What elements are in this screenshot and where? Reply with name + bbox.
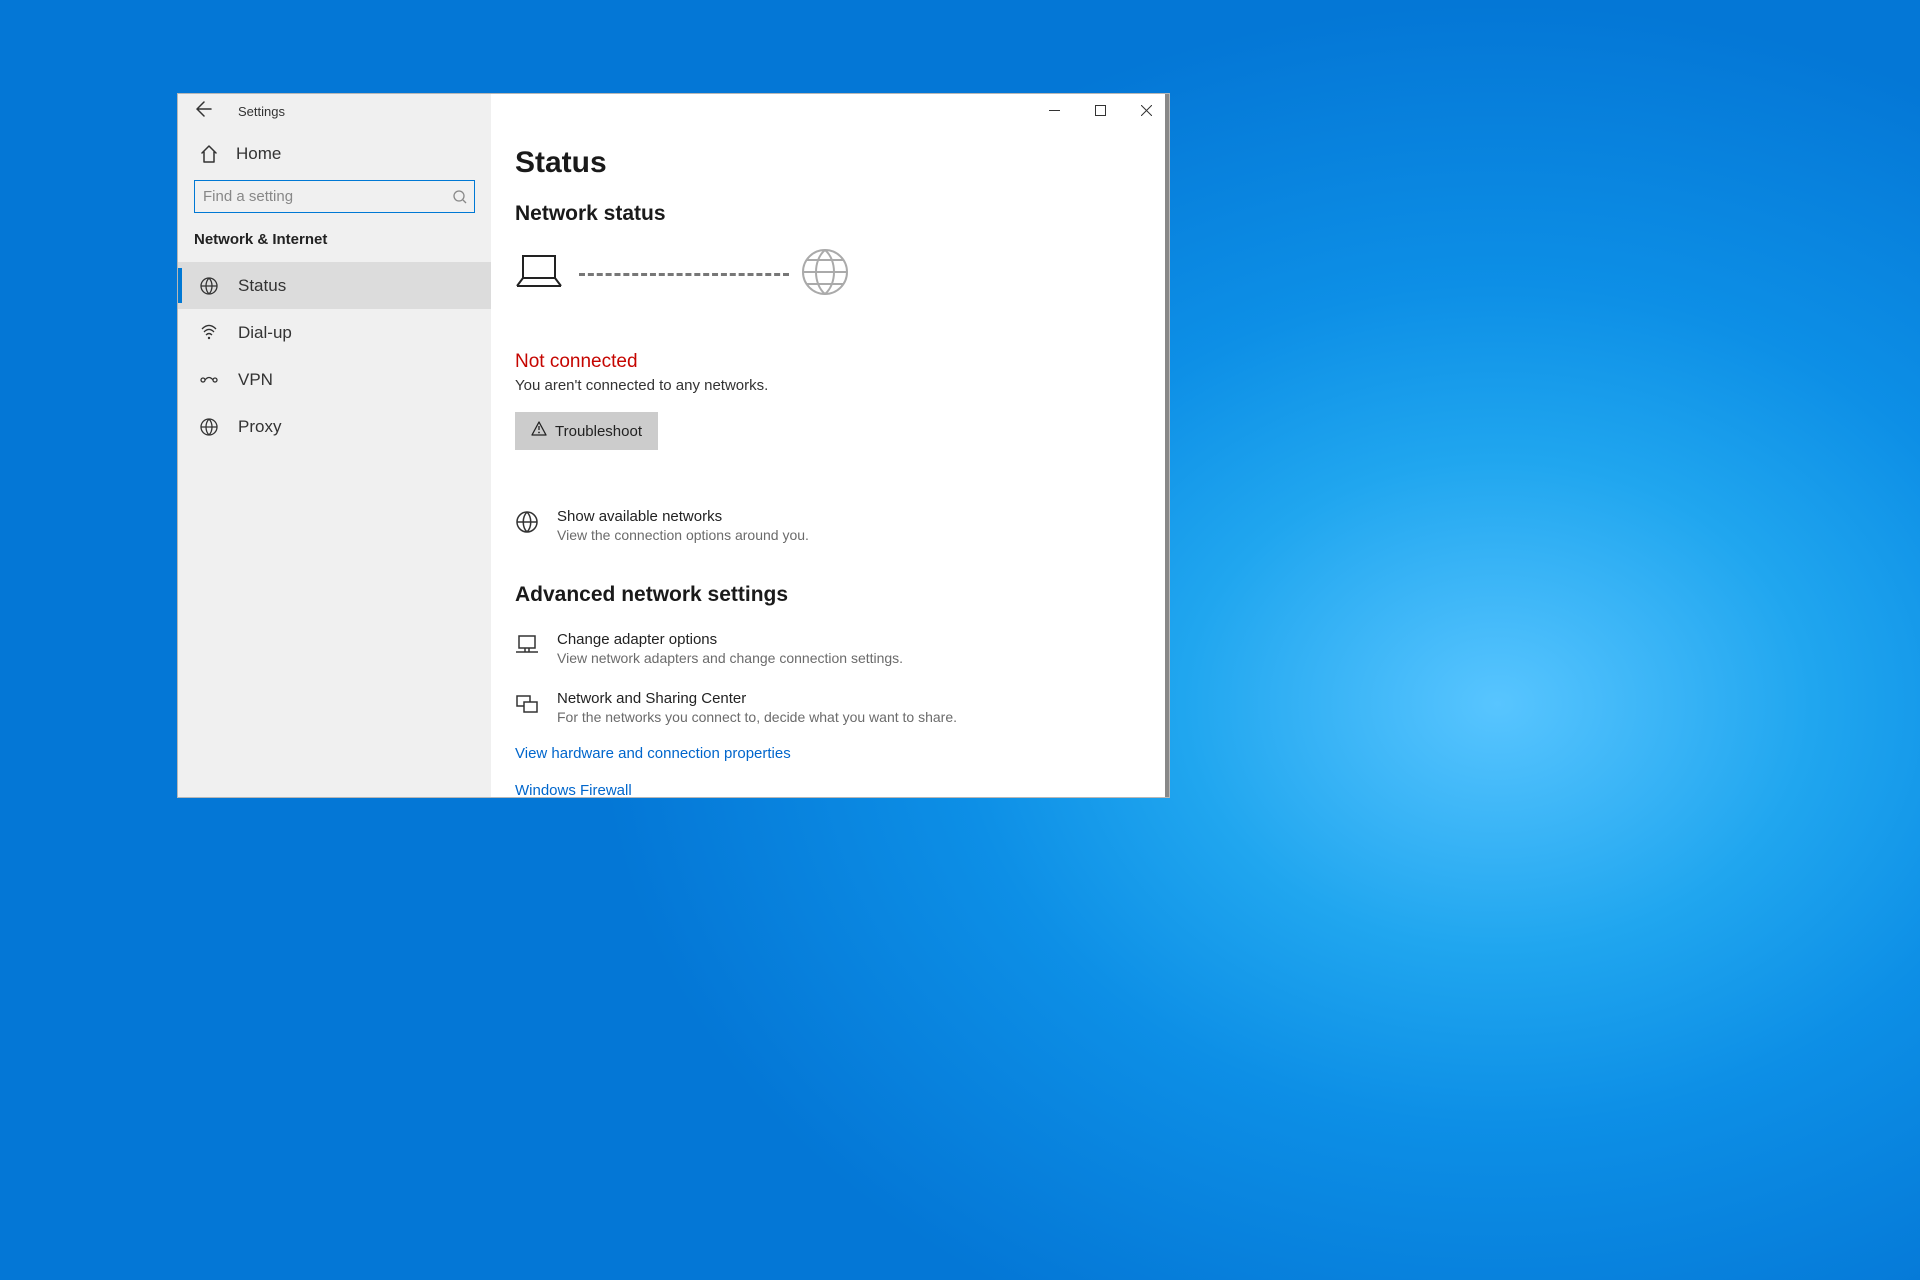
titlebar: Settings [178,94,491,128]
option-title: Change adapter options [557,631,903,648]
home-label: Home [236,144,281,164]
status-icon [200,277,218,295]
globe-icon [801,248,849,301]
minimize-button[interactable] [1031,94,1077,126]
sharing-center-option[interactable]: Network and Sharing Center For the netwo… [515,690,1169,725]
status-subtext: You aren't connected to any networks. [515,377,1169,394]
scrollbar[interactable] [1165,94,1169,797]
sidebar-item-label: VPN [238,370,273,390]
warning-icon [531,421,547,441]
sidebar-item-status[interactable]: Status [178,262,491,309]
back-arrow-icon [196,101,212,117]
sidebar-item-label: Status [238,276,286,296]
main-content: Status Network status Not connected You … [491,94,1169,797]
network-diagram [515,248,1169,301]
sidebar-item-dialup[interactable]: Dial-up [178,309,491,356]
connection-line [579,273,789,276]
sidebar-item-proxy[interactable]: Proxy [178,403,491,450]
dialup-icon [200,324,218,342]
search-input[interactable] [194,180,475,213]
sidebar-item-vpn[interactable]: VPN [178,356,491,403]
option-subtitle: View network adapters and change connect… [557,650,903,666]
adapter-options[interactable]: Change adapter options View network adap… [515,631,1169,666]
section-advanced: Advanced network settings [515,583,1169,607]
option-subtitle: View the connection options around you. [557,527,809,543]
show-networks-option[interactable]: Show available networks View the connect… [515,508,1169,543]
close-button[interactable] [1123,94,1169,126]
laptop-icon [515,252,563,297]
sidebar-home[interactable]: Home [178,128,491,180]
back-button[interactable] [196,101,212,122]
sidebar: Settings Home Network & Internet Status [178,94,491,797]
troubleshoot-button[interactable]: Troubleshoot [515,412,658,450]
option-title: Show available networks [557,508,809,525]
maximize-button[interactable] [1077,94,1123,126]
vpn-icon [200,371,218,389]
proxy-icon [200,418,218,436]
network-globe-icon [515,508,539,543]
section-network-status: Network status [515,202,1169,226]
option-subtitle: For the networks you connect to, decide … [557,709,957,725]
troubleshoot-label: Troubleshoot [555,423,642,440]
sidebar-item-label: Proxy [238,417,281,437]
page-title: Status [515,146,1169,180]
sidebar-item-label: Dial-up [238,323,292,343]
status-text: Not connected [515,351,1169,373]
home-icon [200,145,218,163]
search-container [178,180,491,231]
window-controls [1031,94,1169,126]
sidebar-category: Network & Internet [178,231,491,262]
option-title: Network and Sharing Center [557,690,957,707]
hardware-properties-link[interactable]: View hardware and connection properties [515,745,1169,762]
windows-firewall-link[interactable]: Windows Firewall [515,782,1169,797]
sharing-icon [515,690,539,725]
app-title: Settings [238,104,285,119]
adapter-icon [515,631,539,666]
settings-window: Settings Home Network & Internet Status [177,93,1170,798]
